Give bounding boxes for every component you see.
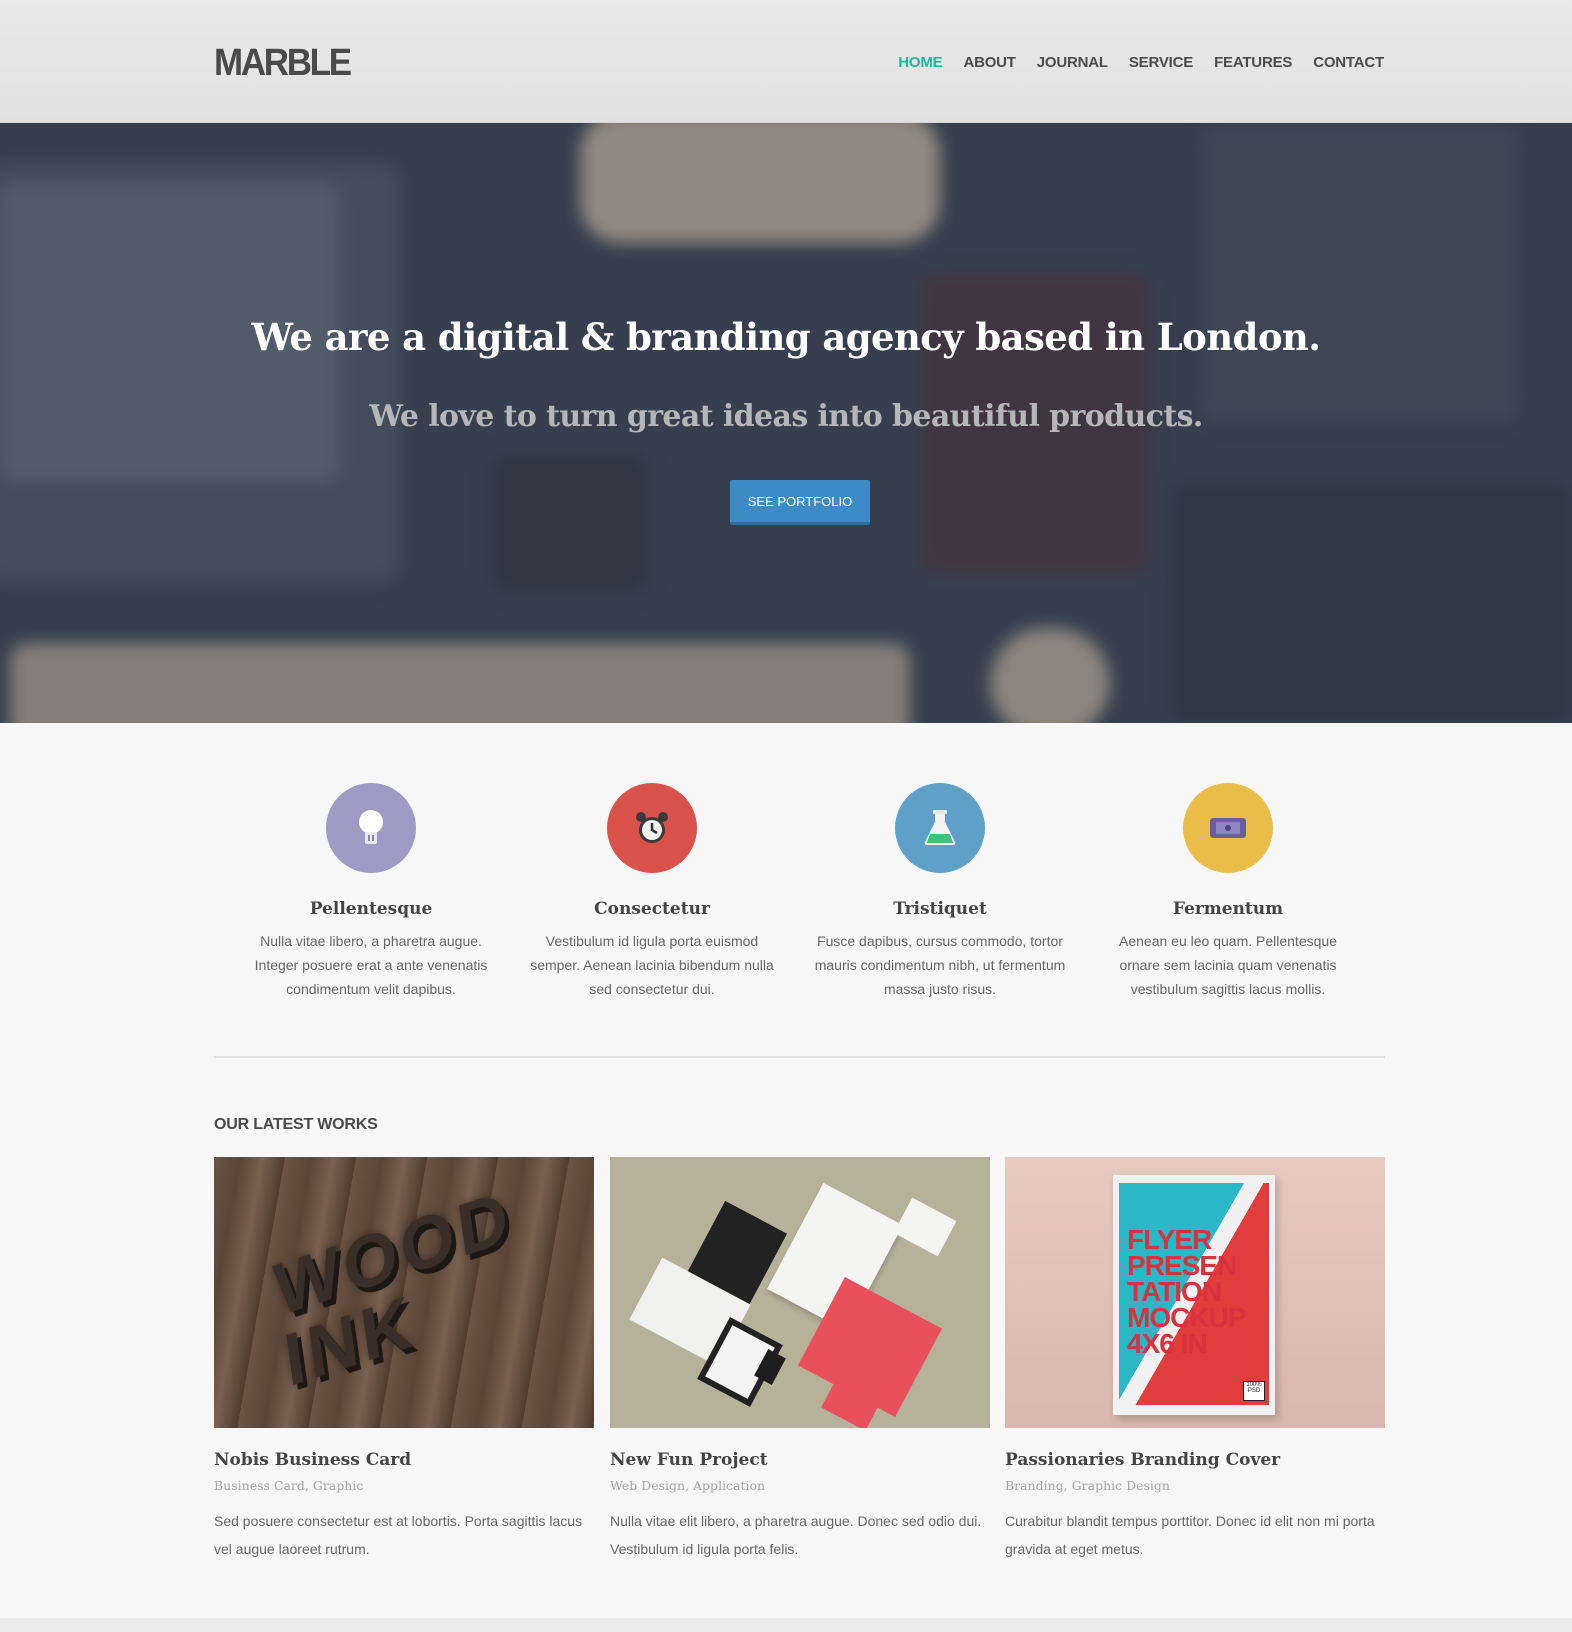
footer-strip <box>0 1618 1572 1632</box>
work-card: New Fun Project Web Design, Application … <box>610 1157 990 1563</box>
site-logo[interactable]: MARBLE <box>214 42 352 85</box>
feature-title: Consectetur <box>594 899 710 919</box>
feature-title: Pellentesque <box>309 899 433 919</box>
work-title[interactable]: New Fun Project <box>610 1450 990 1470</box>
work-thumbnail[interactable]: WOOD INK <box>214 1157 594 1428</box>
feature-text: Vestibulum id ligula porta euismod sempe… <box>530 933 774 997</box>
work-description: Sed posuere consectetur est at lobortis.… <box>214 1513 583 1557</box>
psd-badge: 100% PSD <box>1243 1381 1265 1401</box>
work-card: WOOD INK Nobis Business Card Business Ca… <box>214 1157 594 1563</box>
work-title[interactable]: Nobis Business Card <box>214 1450 594 1470</box>
work-thumbnail[interactable]: FLYER PRESEN TATION MOCKUP 4X6 IN 100% P… <box>1005 1157 1385 1428</box>
alarm-clock-icon <box>607 783 697 873</box>
work-description: Curabitur blandit tempus porttitor. Done… <box>1005 1513 1375 1557</box>
main-nav: HOME ABOUT JOURNAL SERVICE FEATURES CONT… <box>898 54 1384 71</box>
feature-title: Tristiquet <box>893 899 987 919</box>
ticket-icon <box>1183 783 1273 873</box>
hero-title: We are a digital & branding agency based… <box>251 315 1322 359</box>
feature-item: Pellentesque Nulla vitae libero, a phare… <box>241 783 501 1001</box>
nav-journal[interactable]: JOURNAL <box>1037 54 1108 71</box>
work-category: Web Design, Application <box>610 1478 766 1493</box>
feature-item: Tristiquet Fusce dapibus, cursus commodo… <box>810 783 1070 1001</box>
feature-item: Consectetur Vestibulum id ligula porta e… <box>522 783 782 1001</box>
work-title[interactable]: Passionaries Branding Cover <box>1005 1450 1385 1470</box>
feature-text: Nulla vitae libero, a pharetra augue. In… <box>254 933 488 997</box>
site-header: MARBLE HOME ABOUT JOURNAL SERVICE FEATUR… <box>0 0 1572 123</box>
flask-icon <box>895 783 985 873</box>
nav-features[interactable]: FEATURES <box>1214 54 1292 71</box>
work-card: FLYER PRESEN TATION MOCKUP 4X6 IN 100% P… <box>1005 1157 1385 1563</box>
feature-text: Fusce dapibus, cursus commodo, tortor ma… <box>814 933 1066 997</box>
see-portfolio-button[interactable]: SEE PORTFOLIO <box>730 480 870 525</box>
work-thumbnail[interactable] <box>610 1157 990 1428</box>
nav-about[interactable]: ABOUT <box>963 54 1016 71</box>
work-description: Nulla vitae elit libero, a pharetra augu… <box>610 1513 982 1557</box>
hero-banner: We are a digital & branding agency based… <box>0 123 1572 723</box>
latest-works-heading: OUR LATEST WORKS <box>214 1116 378 1133</box>
section-divider <box>214 1056 1385 1058</box>
lightbulb-icon <box>326 783 416 873</box>
wood-ink-letters: WOOD INK <box>269 1175 517 1403</box>
nav-home[interactable]: HOME <box>898 54 942 71</box>
hero-subtitle: We love to turn great ideas into beautif… <box>369 399 1203 434</box>
feature-text: Aenean eu leo quam. Pellentesque ornare … <box>1119 933 1337 997</box>
work-category: Business Card, Graphic <box>214 1478 364 1493</box>
nav-contact[interactable]: CONTACT <box>1313 54 1384 71</box>
feature-item: Fermentum Aenean eu leo quam. Pellentesq… <box>1098 783 1358 1001</box>
flyer-poster: FLYER PRESEN TATION MOCKUP 4X6 IN 100% P… <box>1113 1175 1275 1415</box>
feature-title: Fermentum <box>1172 899 1284 919</box>
flyer-text: FLYER PRESEN TATION MOCKUP 4X6 IN <box>1127 1224 1246 1359</box>
work-category: Branding, Graphic Design <box>1005 1478 1170 1493</box>
nav-service[interactable]: SERVICE <box>1129 54 1193 71</box>
